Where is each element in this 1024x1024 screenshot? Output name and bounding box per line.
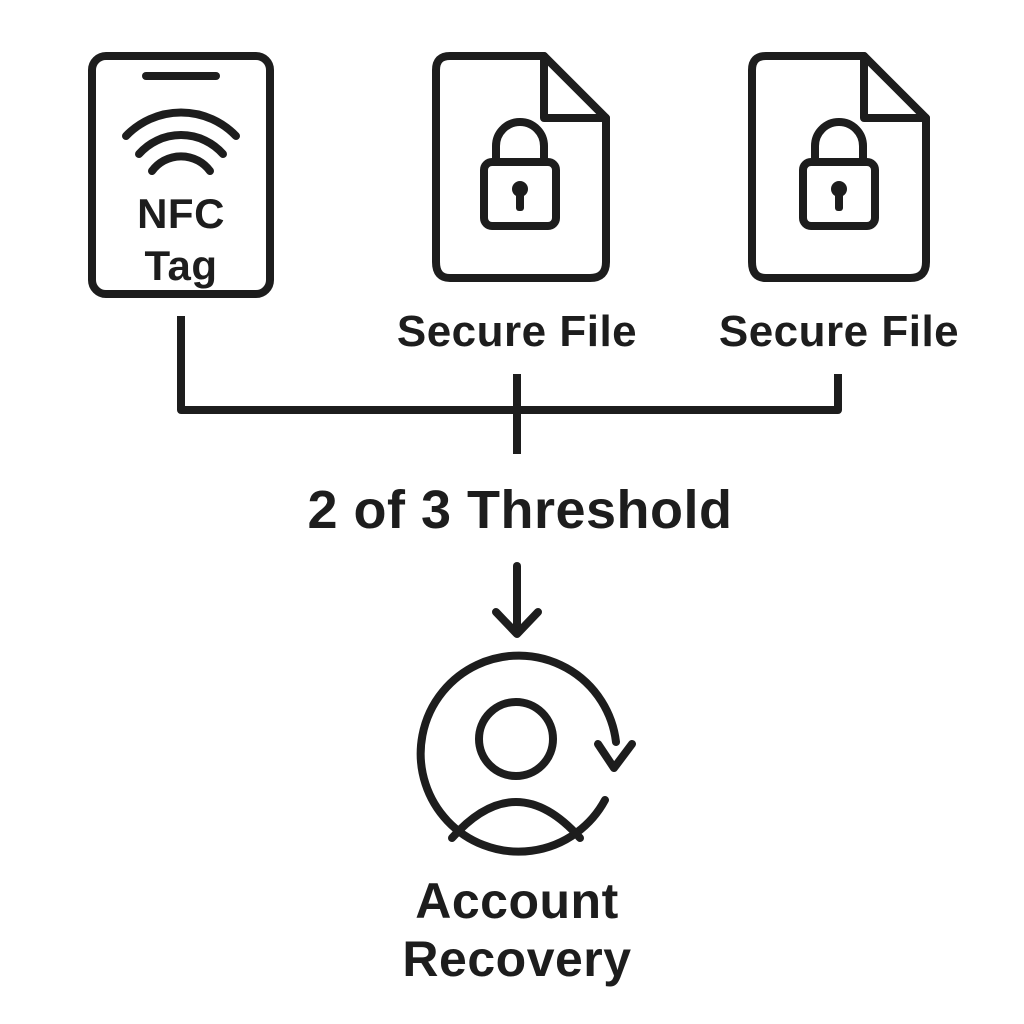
secure-file-1-label: Secure File — [396, 307, 638, 356]
file-outline — [748, 52, 930, 282]
secure-file-2-icon — [748, 52, 930, 282]
nfc-wave-icon — [122, 108, 240, 175]
keyhole-2 — [831, 181, 847, 211]
arrow-down-icon — [492, 562, 542, 638]
secure-file-2-label: Secure File — [718, 307, 960, 356]
keyhole-1 — [512, 181, 528, 211]
account-recovery-label: Account Recovery — [332, 872, 702, 988]
user-recovery-icon — [416, 651, 636, 856]
file-outline — [432, 52, 610, 282]
recovery-arrowhead — [594, 740, 636, 772]
account-recovery-label-line1: Account — [415, 873, 619, 929]
account-recovery-label-line2: Recovery — [402, 931, 632, 987]
threshold-recovery-diagram: NFC Tag Secure File Secure File 2 of 3 T… — [0, 0, 1024, 1024]
user-shoulders — [448, 798, 584, 842]
nfc-tag-label-line1: NFC — [137, 190, 225, 237]
threshold-label: 2 of 3 Threshold — [307, 480, 733, 540]
nfc-tag-label: NFC Tag — [92, 188, 270, 292]
nfc-tag-label-line2: Tag — [144, 242, 218, 289]
secure-file-1-icon — [432, 52, 610, 282]
user-head — [475, 698, 557, 780]
recovery-circle — [416, 651, 620, 856]
